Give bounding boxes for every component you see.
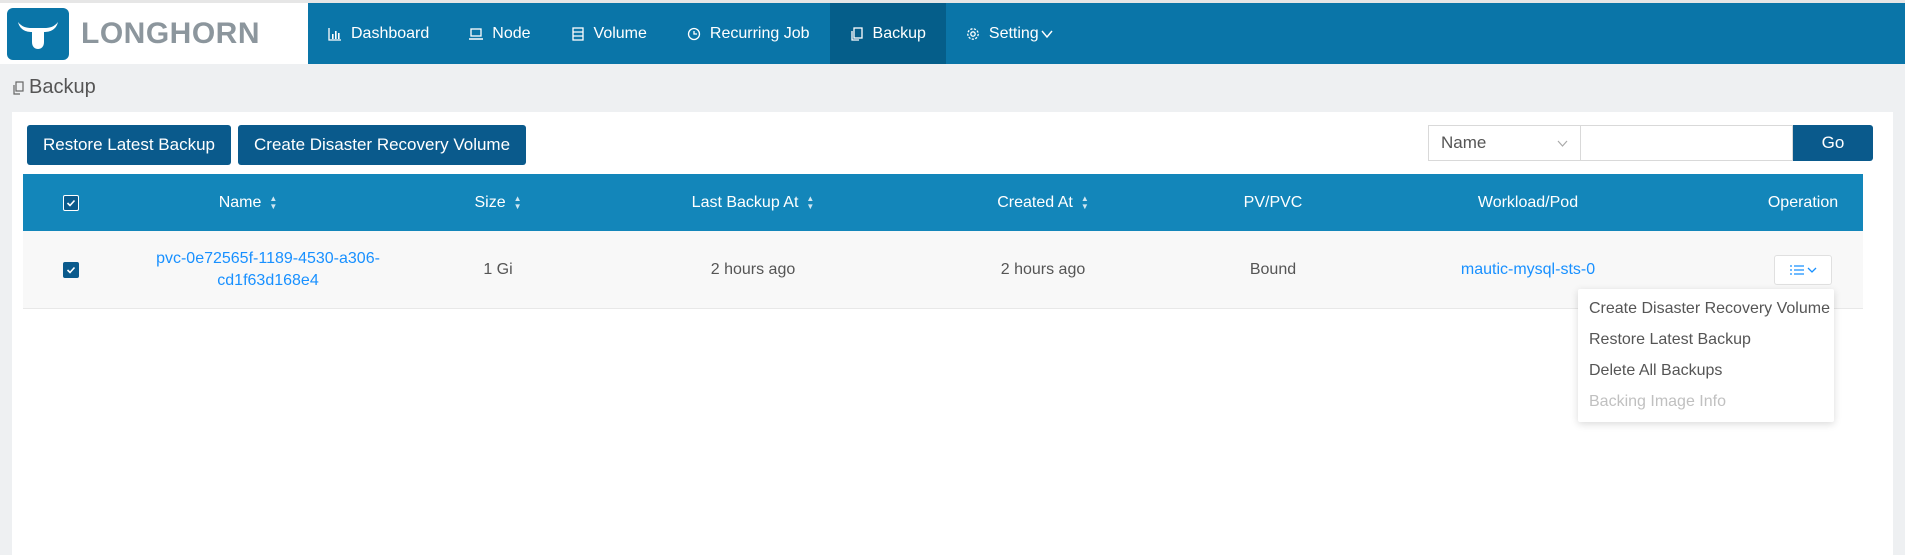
nav-dashboard[interactable]: Dashboard (308, 3, 449, 64)
column-header-name[interactable]: Name ▲ ▼ (123, 174, 373, 231)
nav-label: Setting (988, 24, 1039, 42)
column-header-size[interactable]: Size ▲ ▼ (448, 174, 548, 231)
checkmark-icon (66, 266, 76, 274)
checkmark-icon (66, 199, 76, 207)
nav-setting[interactable]: Setting (946, 3, 1073, 64)
sort-icon[interactable]: ▲ ▼ (514, 194, 522, 211)
last-backup-cell: 2 hours ago (710, 260, 796, 278)
column-header-workload-pod: Workload/Pod (1408, 174, 1648, 231)
backup-icon (13, 80, 24, 95)
node-icon (469, 27, 484, 40)
row-select-cell (56, 231, 86, 308)
name-line: cd1f63d168e4 (217, 271, 319, 289)
nav-label: Dashboard (351, 24, 430, 42)
chevron-down-icon (1041, 30, 1053, 38)
column-header-label: Operation (1767, 193, 1839, 211)
column-header-created-at[interactable]: Created At ▲ ▼ (923, 174, 1163, 231)
menu-item-create-dr-volume[interactable]: Create Disaster Recovery Volume (1578, 293, 1834, 324)
nav-label: Recurring Job (709, 24, 810, 42)
go-button[interactable]: Go (1793, 125, 1873, 161)
page-title: Backup (12, 76, 96, 99)
operation-dropdown-menu: Create Disaster Recovery Volume Restore … (1578, 289, 1834, 422)
backup-icon (850, 26, 863, 41)
column-header-operation: Operation (1743, 174, 1863, 231)
brand-name: LONGHORN (81, 16, 260, 50)
nav-recurring-job[interactable]: Recurring Job (667, 3, 830, 64)
column-header-last-backup[interactable]: Last Backup At ▲ ▼ (633, 174, 873, 231)
sort-icon[interactable]: ▲ ▼ (1081, 194, 1089, 211)
column-header-pv-pvc: PV/PVC (1173, 174, 1373, 231)
size-cell: 1 Gi (483, 260, 513, 278)
search-field-value: Name (1441, 133, 1487, 152)
column-header-label: Name (218, 193, 262, 211)
backup-volume-name-link[interactable]: pvc-0e72565f-1189-4530-a306- cd1f63d168e… (123, 231, 413, 308)
longhorn-logo-icon (7, 7, 69, 60)
restore-latest-backup-button[interactable]: Restore Latest Backup (27, 125, 231, 165)
dashboard-icon (328, 27, 341, 41)
nav-backup[interactable]: Backup (829, 3, 946, 64)
gear-icon (967, 27, 979, 40)
operation-menu-button[interactable] (1774, 254, 1832, 285)
sort-icon[interactable]: ▲ ▼ (269, 194, 277, 211)
search-input[interactable] (1580, 125, 1793, 161)
column-header-label: Created At (997, 193, 1073, 211)
select-all-checkbox[interactable] (63, 194, 79, 211)
column-header-label: Last Backup At (691, 193, 799, 211)
column-header-label: Workload/Pod (1477, 193, 1579, 211)
nav-label: Node (492, 24, 531, 42)
column-header-label: PV/PVC (1243, 193, 1303, 211)
column-header-label: Size (474, 193, 506, 211)
volume-icon (571, 26, 584, 41)
search-field-select[interactable]: Name (1428, 125, 1580, 161)
top-header: LONGHORN Dashboard Node Volume Recurring… (0, 0, 1905, 64)
pv-pvc-cell: Bound (1249, 260, 1297, 278)
brand-logo[interactable]: LONGHORN (0, 3, 308, 64)
nav-volume[interactable]: Volume (551, 3, 667, 64)
name-line: pvc-0e72565f-1189-4530-a306- (156, 249, 380, 267)
page-title-text: Backup (29, 76, 96, 98)
nav-node[interactable]: Node (449, 3, 550, 64)
select-all-cell (56, 174, 86, 231)
main-nav: Dashboard Node Volume Recurring Job Back… (308, 3, 1073, 64)
clock-icon (687, 27, 701, 40)
chevron-down-icon (1557, 140, 1568, 147)
menu-item-delete-all-backups[interactable]: Delete All Backups (1578, 355, 1834, 386)
list-icon (1789, 264, 1804, 275)
create-dr-volume-button[interactable]: Create Disaster Recovery Volume (238, 125, 527, 165)
menu-item-backing-image-info: Backing Image Info (1589, 392, 1726, 410)
created-at-cell: 2 hours ago (1000, 260, 1086, 278)
nav-label: Volume (593, 24, 647, 42)
row-checkbox[interactable] (63, 261, 79, 278)
menu-item-restore-latest-backup[interactable]: Restore Latest Backup (1578, 324, 1834, 355)
search-bar: Name Go (1428, 125, 1873, 161)
chevron-down-icon (1807, 267, 1816, 273)
table-header: Name ▲ ▼ Size ▲ ▼ Last Backup At ▲ ▼ Create… (23, 174, 1863, 231)
sort-icon[interactable]: ▲ ▼ (806, 194, 814, 211)
nav-label: Backup (872, 24, 926, 42)
